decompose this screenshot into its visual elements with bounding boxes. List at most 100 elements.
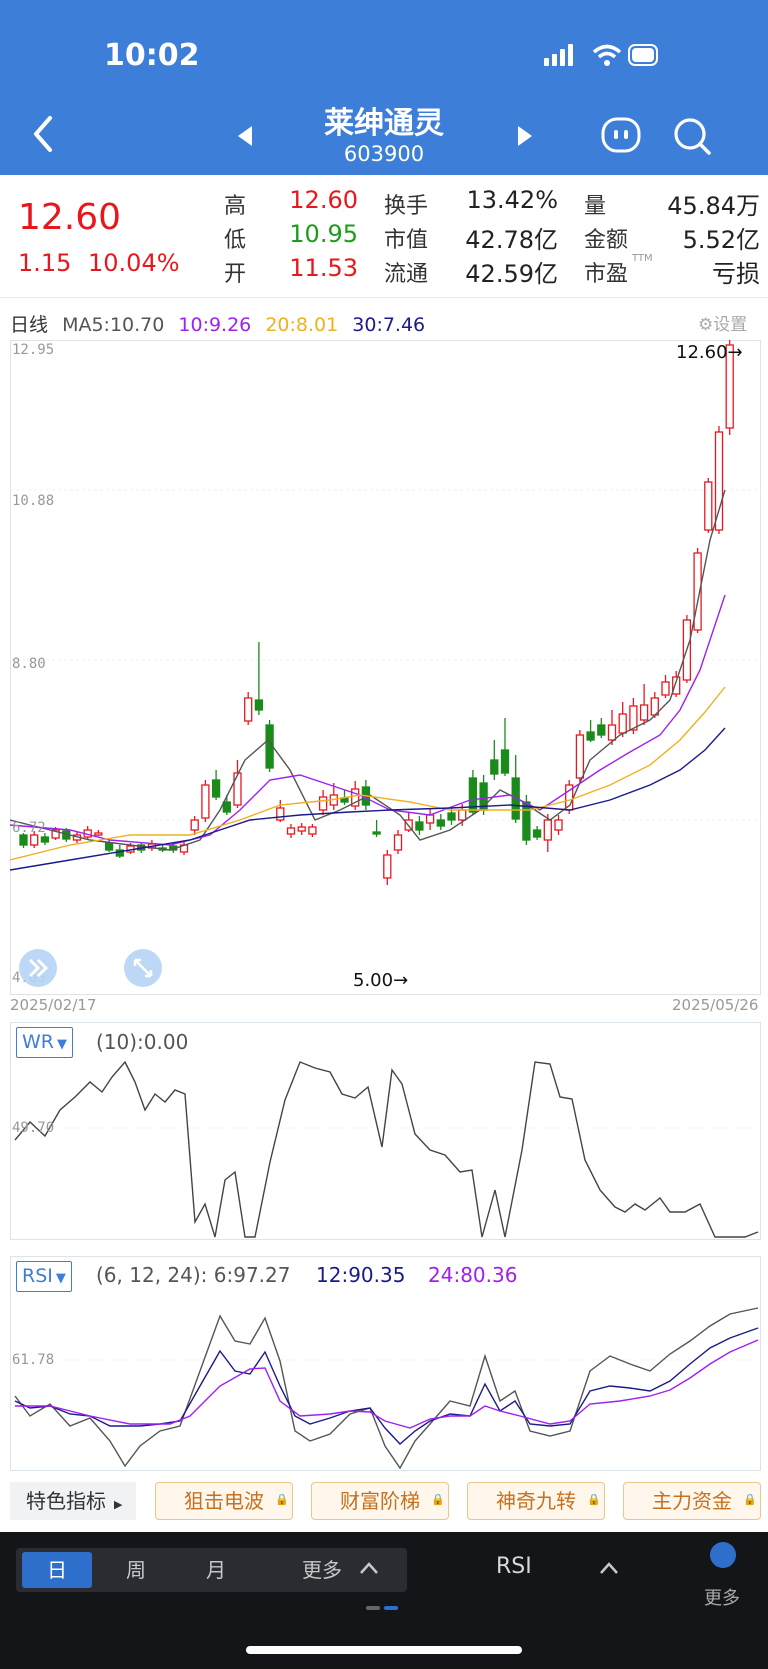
candle-body — [190, 819, 199, 831]
label-high: 高 — [224, 194, 247, 219]
feature-main-funds[interactable]: 主力资金 🔒 — [623, 1482, 761, 1520]
feature-1-label: 财富阶梯 — [340, 1489, 420, 1513]
search-icon[interactable] — [672, 116, 716, 160]
candle-body — [393, 834, 403, 851]
more-icon[interactable] — [708, 1540, 738, 1570]
ma20-line — [10, 686, 726, 861]
candle-body — [94, 832, 103, 836]
feature-indicators-label[interactable]: 特色指标 ▶ — [10, 1482, 136, 1520]
status-icons — [544, 44, 658, 66]
y-label-2: 10.88 — [12, 493, 55, 509]
value-high: 12.60 — [289, 186, 358, 214]
feature-wealth-ladder[interactable]: 财富阶梯 🔒 — [311, 1482, 449, 1520]
candle-body — [714, 431, 724, 531]
current-price: 12.60 — [18, 197, 122, 238]
candle-body — [586, 731, 595, 741]
candle-body — [661, 681, 670, 696]
candle-body — [639, 704, 649, 721]
label-amount: 金额 — [584, 228, 629, 253]
candle-body — [447, 812, 456, 821]
candle-body — [618, 713, 627, 734]
rsi-y-label: 61.78 — [12, 1352, 55, 1368]
y-label-3: 8.80 — [12, 656, 46, 672]
legend-ma10: 10:9.26 — [178, 314, 252, 336]
candle-body — [201, 784, 210, 819]
stock-name: 莱绅通灵 — [324, 106, 444, 141]
page-dot-active — [384, 1606, 398, 1610]
feature-magic-nine[interactable]: 神奇九转 🔒 — [467, 1482, 605, 1520]
rsi-12: 12:90.35 — [316, 1263, 406, 1287]
wr-params: (10):0.00 — [96, 1030, 189, 1054]
rsi24-line — [15, 1339, 759, 1429]
wr-line — [14, 1060, 759, 1238]
wifi-icon — [592, 44, 622, 54]
wr-y-label: 49.70 — [12, 1120, 55, 1136]
candle-body — [415, 821, 424, 831]
candle-body — [286, 827, 296, 835]
scroll-left-icon[interactable] — [18, 948, 58, 988]
candle-body — [597, 724, 606, 736]
settings-label: 设置 — [713, 315, 748, 335]
lock-icon: 🔒 — [275, 1493, 289, 1506]
chevron-down-icon: ▼ — [55, 1271, 66, 1286]
candle-body — [532, 829, 542, 838]
candle-body — [222, 801, 231, 813]
ma10-line — [10, 594, 726, 846]
legend-period: 日线 — [10, 314, 49, 336]
candle-body — [40, 836, 50, 843]
next-stock-icon[interactable] — [514, 124, 536, 148]
feature-sniper-wave[interactable]: 狙击电波 🔒 — [155, 1482, 293, 1520]
indicator-select[interactable]: RSI — [496, 1554, 532, 1579]
chevron-up-icon[interactable] — [358, 1560, 380, 1576]
label-float-cap: 流通 — [384, 262, 429, 287]
wr-select-button[interactable]: WR ▼ — [16, 1027, 73, 1058]
period-month[interactable]: 月 — [206, 1554, 226, 1583]
rsi12-line — [14, 1327, 759, 1445]
value-market-cap: 42.78亿 — [465, 226, 558, 254]
page-dot — [366, 1606, 380, 1610]
candle-body — [233, 772, 242, 806]
value-amount: 5.52亿 — [682, 226, 760, 254]
value-low: 10.95 — [289, 220, 358, 248]
label-volume: 量 — [584, 194, 607, 219]
high-marker: 12.60→ — [676, 342, 743, 363]
lock-icon: 🔒 — [431, 1493, 445, 1506]
candle-body — [607, 724, 617, 741]
rsi-select-button[interactable]: RSI ▼ — [16, 1261, 72, 1292]
start-date: 2025/02/17 — [10, 996, 97, 1014]
period-more[interactable]: 更多 — [302, 1554, 342, 1583]
kline-legend: 日线 MA5:10.70 10:9.26 20:8.01 30:7.46 — [10, 310, 425, 337]
candle-body — [308, 826, 317, 835]
label-pe: 市盈 — [584, 262, 629, 287]
value-float-cap: 42.59亿 — [465, 260, 558, 288]
quote-panel: 12.60 1.15 10.04% 高 12.60 换手 13.42% 量 45… — [0, 175, 768, 297]
kline-chart[interactable] — [10, 340, 761, 995]
caret-right-icon: ▶ — [114, 1498, 123, 1511]
feature-2-label: 神奇九转 — [496, 1489, 576, 1513]
label-market-cap: 市值 — [384, 228, 429, 253]
expand-icon[interactable] — [123, 948, 163, 988]
rsi-24: 24:80.36 — [428, 1263, 518, 1287]
feature-label-text: 特色指标 — [26, 1489, 106, 1513]
candle-body — [244, 697, 253, 722]
candle-body — [500, 749, 510, 774]
low-marker: 5.00→ — [353, 970, 409, 991]
assistant-icon[interactable] — [600, 116, 644, 156]
feature-3-label: 主力资金 — [652, 1489, 732, 1513]
candle-body — [575, 734, 585, 779]
gear-icon: ⚙ — [698, 315, 714, 335]
value-open: 11.53 — [289, 254, 358, 282]
rsi-chart — [10, 1307, 761, 1470]
candle-body — [372, 831, 381, 835]
candle-body — [704, 481, 713, 531]
price-change: 1.15 — [18, 249, 72, 277]
candle-body — [19, 834, 28, 846]
period-day[interactable]: 日 — [22, 1552, 92, 1588]
stock-code: 603900 — [343, 142, 425, 166]
more-label[interactable]: 更多 — [704, 1584, 740, 1610]
chevron-up-icon[interactable] — [598, 1560, 620, 1576]
settings-button[interactable]: ⚙设置 — [698, 310, 747, 335]
candle-body — [554, 819, 563, 831]
rsi-params: (6, 12, 24): 6:97.27 — [96, 1263, 291, 1287]
period-week[interactable]: 周 — [126, 1554, 146, 1583]
